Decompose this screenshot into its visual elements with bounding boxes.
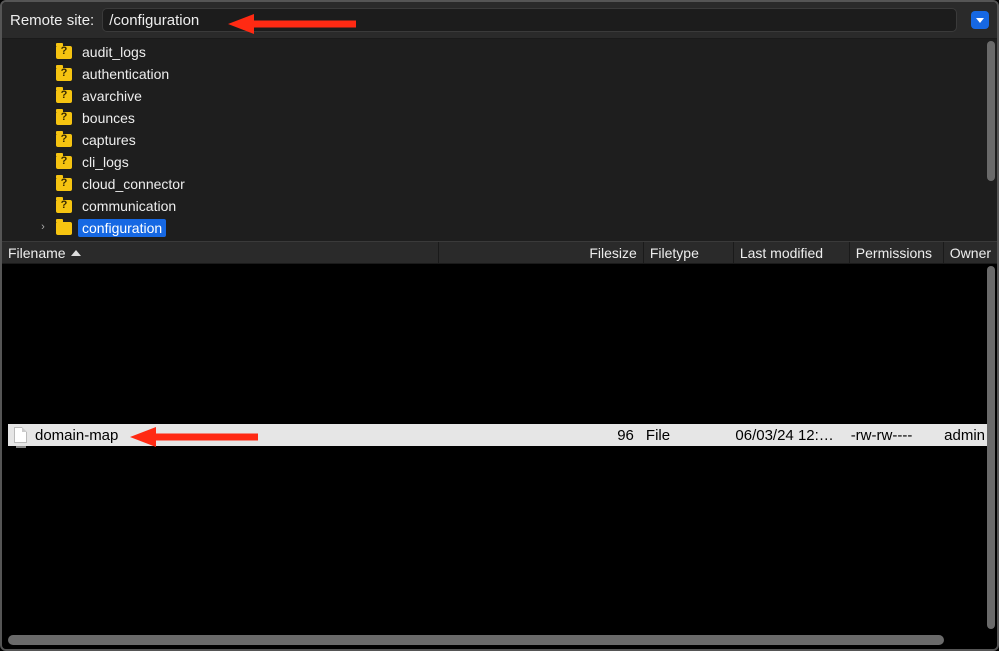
folder-unknown-icon [56,200,72,213]
tree-item-communication[interactable]: communication [2,195,997,217]
remote-tree[interactable]: audit_logs authentication avarchive bounces… [2,39,997,242]
folder-unknown-icon [56,46,72,59]
folder-unknown-icon [56,90,72,103]
tree-item-label: cli_logs [78,153,133,171]
tree-item-label: avarchive [78,87,146,105]
tree-item-captures[interactable]: captures [2,129,997,151]
column-header-filetype[interactable]: Filetype [644,242,734,263]
tree-item-avarchive[interactable]: avarchive [2,85,997,107]
file-permissions: -rw-rw---- [845,427,938,444]
tree-item-label: bounces [78,109,139,127]
tree-item-label: configuration [78,219,166,237]
tree-item-label: captures [78,131,140,149]
remote-path-text: /configuration [109,12,199,29]
remote-site-label: Remote site: [10,12,94,29]
folder-unknown-icon [56,112,72,125]
folder-unknown-icon [56,156,72,169]
tree-item-label: cloud_connector [78,175,189,193]
parent-directory-indicator[interactable] [16,446,26,448]
tree-item-label: audit_logs [78,43,150,61]
column-label: Owner [950,245,991,261]
remote-site-bar: Remote site: /configuration [2,2,997,39]
tree-item-bounces[interactable]: bounces [2,107,997,129]
filelist-vscrollbar[interactable] [987,266,995,629]
folder-unknown-icon [56,134,72,147]
column-label: Filesize [589,245,636,261]
tree-item-cli_logs[interactable]: cli_logs [2,151,997,173]
column-label: Last modified [740,245,823,261]
file-owner: admin [938,427,991,444]
sort-ascending-icon [71,250,81,256]
column-header-filename[interactable]: Filename [2,242,439,263]
file-list-header: Filename Filesize Filetype Last modified… [2,242,997,264]
tree-item-audit_logs[interactable]: audit_logs [2,41,997,63]
tree-scrollbar-thumb[interactable] [987,41,995,181]
path-history-dropdown[interactable] [971,11,989,29]
filelist-hscrollbar[interactable] [8,635,983,645]
tree-item-cloud_connector[interactable]: cloud_connector [2,173,997,195]
file-type: File [640,427,729,444]
column-label: Filename [8,245,66,261]
column-header-modified[interactable]: Last modified [734,242,850,263]
file-icon [14,427,27,443]
tree-item-configuration[interactable]: › configuration [2,217,997,239]
file-name: domain-map [35,427,118,444]
file-row[interactable]: domain-map 96 File 06/03/24 12:… -rw-rw-… [8,424,991,446]
column-label: Permissions [856,245,932,261]
file-modified: 06/03/24 12:… [729,427,844,444]
tree-scrollbar[interactable] [987,41,995,240]
tree-item-authentication[interactable]: authentication [2,63,997,85]
folder-unknown-icon [56,68,72,81]
column-label: Filetype [650,245,699,261]
filelist-hscroll-thumb[interactable] [8,635,944,645]
chevron-down-icon [976,18,984,23]
filelist-vscroll-thumb[interactable] [987,266,995,629]
tree-item-label: communication [78,197,180,215]
tree-item-label: authentication [78,65,173,83]
remote-file-list[interactable]: domain-map 96 File 06/03/24 12:… -rw-rw-… [2,264,997,649]
expand-icon[interactable]: › [36,221,50,233]
folder-icon [56,222,72,235]
file-size: 96 [436,427,640,444]
column-header-permissions[interactable]: Permissions [850,242,944,263]
window-frame: Remote site: /configuration audit_logsau… [0,0,999,651]
column-header-owner[interactable]: Owner [944,242,997,263]
column-header-filesize[interactable]: Filesize [439,242,644,263]
remote-path-input[interactable]: /configuration [102,8,957,32]
folder-unknown-icon [56,178,72,191]
